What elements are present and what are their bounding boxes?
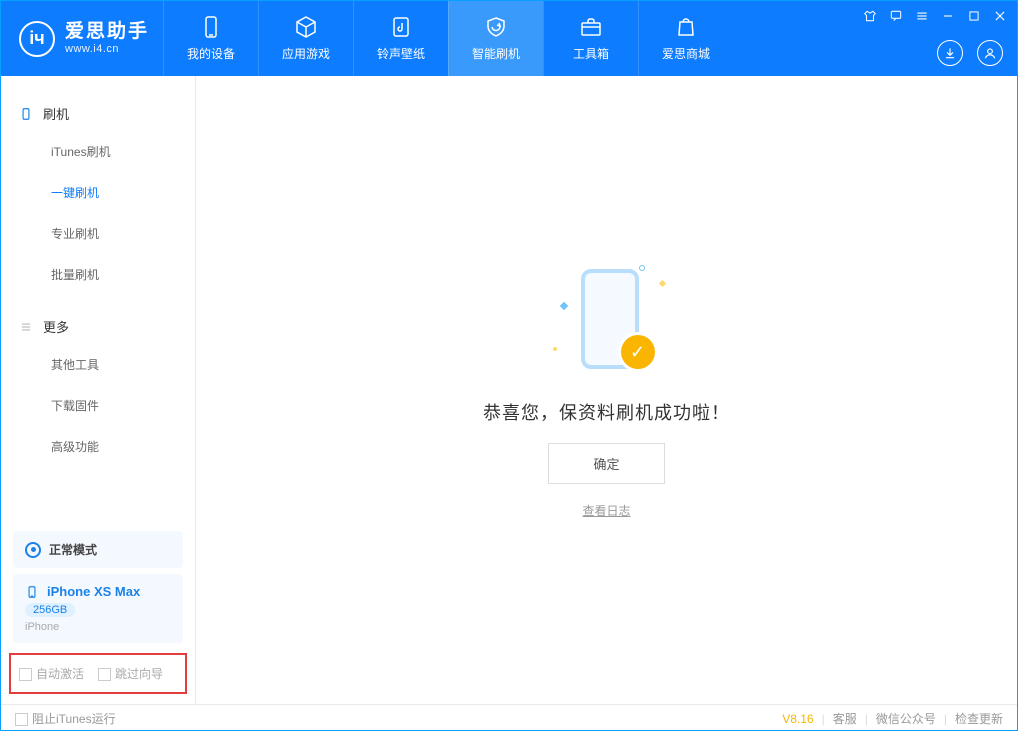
success-illustration: ✓ xyxy=(547,261,667,381)
checkbox-auto-activate[interactable]: 自动激活 xyxy=(19,665,84,682)
music-file-icon xyxy=(389,15,413,39)
tab-ringtones[interactable]: 铃声壁纸 xyxy=(353,1,448,76)
support-link[interactable]: 客服 xyxy=(833,710,857,727)
minimize-icon[interactable] xyxy=(941,9,955,23)
check-update-link[interactable]: 检查更新 xyxy=(955,710,1003,727)
checkbox-block-itunes[interactable]: 阻止iTunes运行 xyxy=(15,710,116,727)
status-bar: 阻止iTunes运行 V8.16 | 客服 | 微信公众号 | 检查更新 xyxy=(1,704,1017,732)
wechat-link[interactable]: 微信公众号 xyxy=(876,710,936,727)
success-message: 恭喜您，保资料刷机成功啦！ xyxy=(483,399,730,425)
ok-button[interactable]: 确定 xyxy=(548,443,664,484)
toolbox-icon xyxy=(579,15,603,39)
feedback-icon[interactable] xyxy=(889,9,903,23)
cube-icon xyxy=(294,15,318,39)
device-capacity: 256GB xyxy=(25,603,75,617)
user-icon xyxy=(983,46,997,60)
bag-icon xyxy=(674,15,698,39)
check-badge-icon: ✓ xyxy=(621,335,655,369)
tab-label: 工具箱 xyxy=(573,45,609,62)
main-tabs: 我的设备 应用游戏 铃声壁纸 智能刷机 工具箱 爱思商城 xyxy=(163,1,733,76)
titlebar-controls xyxy=(863,9,1007,23)
flash-options-highlight: 自动激活 跳过向导 xyxy=(9,653,187,694)
list-icon xyxy=(19,320,33,334)
sidebar-item-download-fw[interactable]: 下载固件 xyxy=(1,385,195,426)
tab-apps[interactable]: 应用游戏 xyxy=(258,1,353,76)
tab-my-device[interactable]: 我的设备 xyxy=(163,1,258,76)
sidebar-group-more: 更多 xyxy=(1,309,195,344)
device-mode-card[interactable]: 正常模式 xyxy=(13,531,183,568)
device-info-card[interactable]: iPhone XS Max 256GB iPhone xyxy=(13,574,183,643)
menu-icon[interactable] xyxy=(915,9,929,23)
app-header: iч 爱思助手 www.i4.cn 我的设备 应用游戏 铃声壁纸 智能刷机 工具… xyxy=(1,1,1017,76)
checkbox-label: 自动激活 xyxy=(36,667,84,681)
sidebar-item-other-tools[interactable]: 其他工具 xyxy=(1,344,195,385)
sidebar-item-batch-flash[interactable]: 批量刷机 xyxy=(1,254,195,295)
refresh-shield-icon xyxy=(484,15,508,39)
app-logo: iч 爱思助手 www.i4.cn xyxy=(1,1,163,76)
device-type: iPhone xyxy=(25,621,59,633)
shirt-icon[interactable] xyxy=(863,9,877,23)
tab-label: 我的设备 xyxy=(187,45,235,62)
download-icon xyxy=(943,46,957,60)
app-title: 爱思助手 xyxy=(65,22,149,43)
checkbox-label: 阻止iTunes运行 xyxy=(32,712,116,726)
close-icon[interactable] xyxy=(993,9,1007,23)
checkbox-skip-guide[interactable]: 跳过向导 xyxy=(98,665,163,682)
device-name: iPhone XS Max xyxy=(47,584,140,599)
sidebar: 刷机 iTunes刷机 一键刷机 专业刷机 批量刷机 更多 其他工具 下载固件 … xyxy=(1,76,196,704)
sidebar-group-flash: 刷机 xyxy=(1,96,195,131)
version-label: V8.16 xyxy=(782,712,813,726)
device-small-icon xyxy=(19,107,33,121)
tab-label: 应用游戏 xyxy=(282,45,330,62)
checkbox-label: 跳过向导 xyxy=(115,667,163,681)
logo-icon: iч xyxy=(19,21,55,57)
tab-store[interactable]: 爱思商城 xyxy=(638,1,733,76)
sidebar-group-label: 刷机 xyxy=(43,104,69,123)
phone-icon xyxy=(199,15,223,39)
sidebar-item-easy-flash[interactable]: 一键刷机 xyxy=(1,172,195,213)
tab-label: 智能刷机 xyxy=(472,45,520,62)
sidebar-group-label: 更多 xyxy=(43,317,69,336)
download-button[interactable] xyxy=(937,40,963,66)
tab-toolbox[interactable]: 工具箱 xyxy=(543,1,638,76)
mode-label: 正常模式 xyxy=(49,541,97,558)
tab-smart-flash[interactable]: 智能刷机 xyxy=(448,1,543,76)
tab-label: 爱思商城 xyxy=(662,45,710,62)
maximize-icon[interactable] xyxy=(967,9,981,23)
view-log-link[interactable]: 查看日志 xyxy=(582,502,630,519)
phone-small-icon xyxy=(25,585,39,599)
sidebar-item-advanced[interactable]: 高级功能 xyxy=(1,426,195,467)
mode-icon xyxy=(25,542,41,558)
main-content: ✓ 恭喜您，保资料刷机成功啦！ 确定 查看日志 xyxy=(196,76,1017,704)
app-subtitle: www.i4.cn xyxy=(65,43,149,55)
account-button[interactable] xyxy=(977,40,1003,66)
sidebar-item-pro-flash[interactable]: 专业刷机 xyxy=(1,213,195,254)
sidebar-item-itunes-flash[interactable]: iTunes刷机 xyxy=(1,131,195,172)
tab-label: 铃声壁纸 xyxy=(377,45,425,62)
header-right-actions xyxy=(937,40,1003,66)
